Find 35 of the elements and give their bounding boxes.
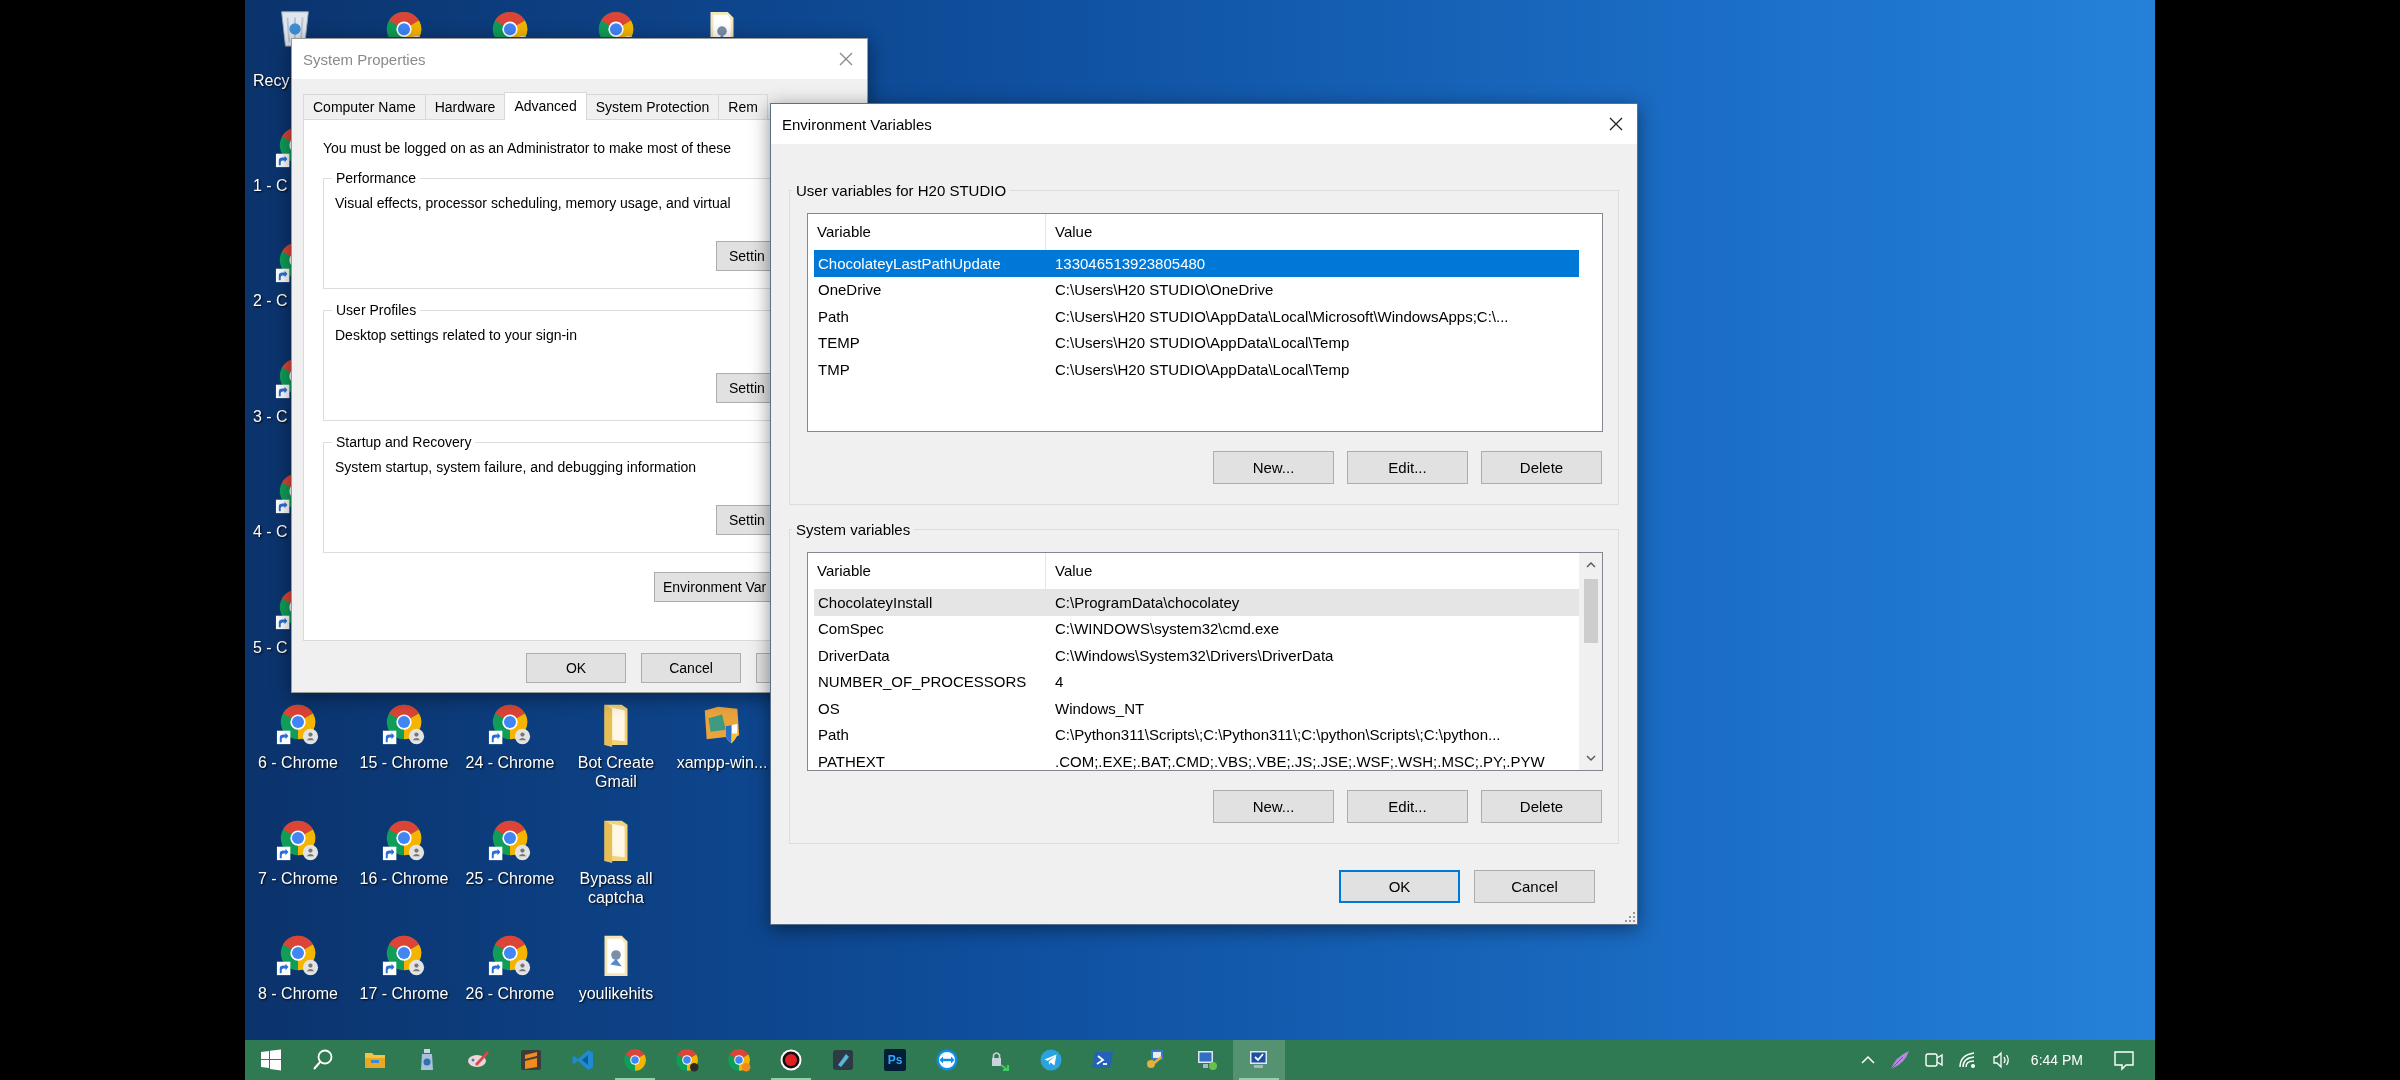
value-cell-text: C:\Python311\Scripts\;C:\Python311\;C:\python\Scripts\;C:\python... <box>1054 726 1501 744</box>
window-title: Environment Variables <box>782 115 933 133</box>
value-cell-text: C:\WINDOWS\system32\cmd.exe <box>1054 620 1280 638</box>
variable-cell-text: OS <box>817 699 841 717</box>
variable-cell-text: TMP <box>817 360 851 378</box>
value-cell-text: C:\ProgramData\chocolatey <box>1054 593 1240 611</box>
variable-cell-text: OneDrive <box>817 281 883 299</box>
variable-cell-text: NUMBER_OF_PROCESSORS <box>817 673 1028 691</box>
variable-cell-text: DriverData <box>817 646 891 664</box>
value-cell-text: C:\Users\H20 STUDIO\AppData\Local\Temp <box>1054 360 1350 378</box>
group-title: Performance <box>332 170 421 186</box>
group-title: Startup and Recovery <box>332 434 476 450</box>
variable-cell-text: TEMP <box>817 334 861 352</box>
value-cell-text: .COM;.EXE;.BAT;.CMD;.VBS;.VBE;.JS;.JSE;.WSF;.WSH;.MSC;.PY;.PYW <box>1054 752 1545 770</box>
variable-cell-text: ChocolateyLastPathUpdate <box>817 254 1002 272</box>
group-title: User Profiles <box>332 302 421 318</box>
variable-cell-text: ChocolateyInstall <box>817 593 934 611</box>
notice-text: You must be logged on as an Administrator to make most of these <box>323 140 733 156</box>
variable-cell-text: Path <box>817 307 850 325</box>
group-title: System variables <box>792 521 915 538</box>
value-cell-text: 133046513923805480 <box>1054 254 1206 272</box>
group-description: Visual effects, processor scheduling, memory usage, and virtual <box>335 195 731 211</box>
variable-cell-text: ComSpec <box>817 620 885 638</box>
group-description: Desktop settings related to your sign-in <box>335 327 577 343</box>
group-title: User variables for H20 STUDIO <box>792 182 1011 199</box>
group-description: System startup, system failure, and debugging information <box>335 459 697 475</box>
variable-cell-text: Path <box>817 726 850 744</box>
value-cell-text: C:\Users\H20 STUDIO\OneDrive <box>1054 281 1274 299</box>
value-cell-text: C:\Users\H20 STUDIO\AppData\Local\Temp <box>1054 334 1350 352</box>
value-cell-text: C:\Users\H20 STUDIO\AppData\Local\Microsoft\WindowsApps;C:\... <box>1054 307 1509 325</box>
value-cell-text: C:\Windows\System32\Drivers\DriverData <box>1054 646 1334 664</box>
value-cell-text: Windows_NT <box>1054 699 1145 717</box>
value-cell-text: 4 <box>1054 673 1064 691</box>
window-title: System Properties <box>303 50 427 68</box>
variable-cell-text: PATHEXT <box>817 752 886 770</box>
